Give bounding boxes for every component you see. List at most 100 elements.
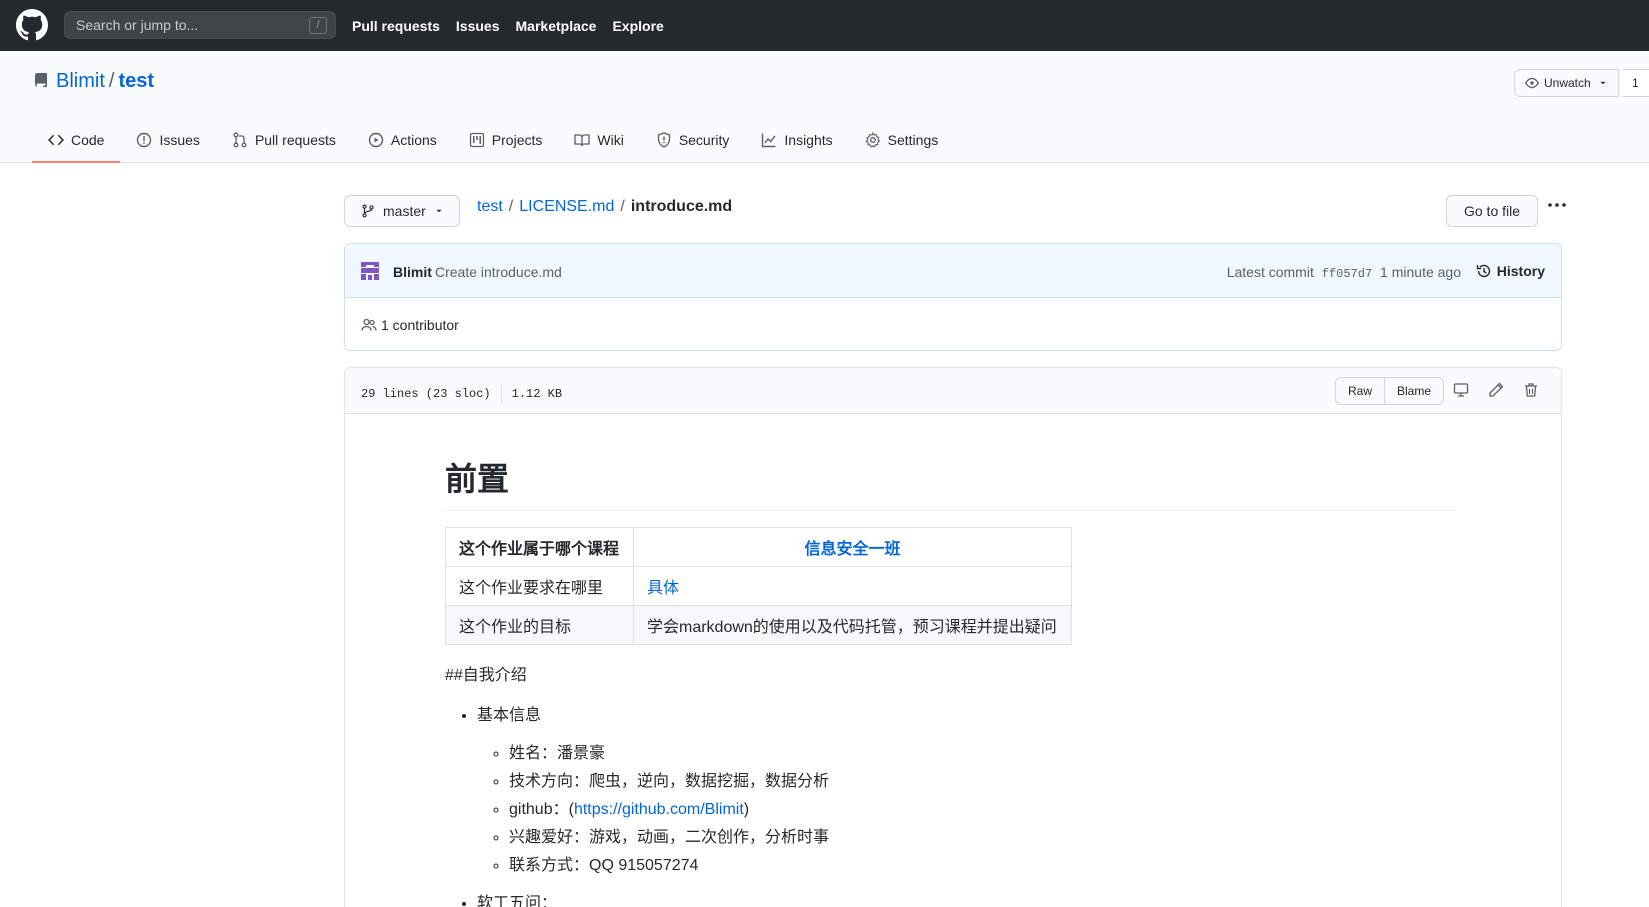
pencil-icon[interactable] (1488, 382, 1504, 398)
repo-title: Blimit / test (56, 70, 154, 93)
repo-owner-link[interactable]: Blimit (56, 70, 105, 92)
search-input[interactable]: Search or jump to... / (64, 11, 336, 39)
list-item: 技术方向：爬虫，逆向，数据挖掘，数据分析 (509, 767, 1457, 791)
nav-explore[interactable]: Explore (612, 18, 663, 34)
table-cell: 这个作业要求在哪里 (445, 566, 634, 606)
course-link[interactable]: 信息安全一班 (804, 541, 900, 558)
github-prefix: github：( (509, 801, 574, 818)
table-row: 这个作业属于哪个课程 信息安全一班 (445, 527, 1072, 567)
requirement-link[interactable]: 具体 (647, 580, 679, 597)
history-icon (1476, 264, 1490, 278)
blame-button[interactable]: Blame (1385, 377, 1445, 405)
tab-pull-requests-label: Pull requests (254, 132, 336, 148)
file-action-buttons: Raw Blame (1335, 377, 1445, 405)
table-header-cell: 这个作业属于哪个课程 (445, 527, 634, 567)
table-cell: 学会markdown的使用以及代码托管，预习课程并提出疑问 (633, 605, 1072, 645)
github-suffix: ) (743, 801, 750, 818)
table-cell: 具体 (633, 566, 1072, 606)
contributors-count: 1 contributor (381, 317, 459, 333)
search-shortcut-key: / (309, 17, 327, 34)
project-icon (469, 132, 484, 148)
history-link[interactable]: History (1476, 263, 1545, 279)
nav-issues[interactable]: Issues (456, 18, 500, 34)
history-label: History (1496, 263, 1545, 279)
tab-code[interactable]: Code (32, 119, 121, 163)
contributors-link[interactable]: 1 contributor (361, 317, 459, 333)
basic-info-sublist: 姓名：潘景豪 技术方向：爬虫，逆向，数据挖掘，数据分析 github：(http… (477, 739, 1457, 875)
list-item: 联系方式：QQ 915057274 (509, 851, 1457, 875)
gear-icon (865, 132, 880, 148)
play-icon (368, 132, 384, 148)
list-item: 软工五问： (477, 889, 1457, 907)
intro-heading-text: ##自我介绍 (445, 667, 527, 684)
tab-wiki-label: Wiki (597, 132, 624, 148)
eye-icon (1525, 77, 1539, 89)
tab-security[interactable]: Security (640, 119, 746, 163)
global-nav: Pull requests Issues Marketplace Explore (352, 0, 680, 51)
tab-insights[interactable]: Insights (745, 119, 848, 163)
avatar[interactable] (359, 260, 381, 282)
nav-marketplace[interactable]: Marketplace (516, 18, 597, 34)
branch-selector-button[interactable]: master (344, 195, 460, 227)
watchers-count[interactable]: 1 (1623, 69, 1649, 97)
tab-security-label: Security (678, 132, 730, 148)
file-viewer: 29 lines (23 sloc) 1.12 KB Raw Blame 前置 … (344, 367, 1562, 907)
homework-table: 这个作业属于哪个课程 信息安全一班 这个作业要求在哪里 具体 这个作业的目标 学… (445, 527, 1072, 645)
markdown-body: 前置 这个作业属于哪个课程 信息安全一班 这个作业要求在哪里 具体 这个作业的目… (445, 414, 1457, 907)
breadcrumb-license-link[interactable]: LICENSE.md (519, 198, 614, 215)
breadcrumb-repo-link[interactable]: test (477, 198, 503, 215)
book-icon (574, 134, 591, 147)
tab-settings[interactable]: Settings (849, 119, 955, 163)
kebab-horizontal-icon[interactable] (1544, 197, 1570, 217)
tab-wiki[interactable]: Wiki (558, 119, 639, 163)
tab-pull-requests[interactable]: Pull requests (216, 119, 352, 163)
file-info: 29 lines (23 sloc) 1.12 KB (361, 384, 562, 404)
info-list: 基本信息 姓名：潘景豪 技术方向：爬虫，逆向，数据挖掘，数据分析 github：… (445, 701, 1457, 907)
nav-pull-requests[interactable]: Pull requests (352, 18, 440, 34)
raw-button[interactable]: Raw (1335, 377, 1386, 405)
table-header-cell: 信息安全一班 (633, 527, 1072, 567)
commit-author[interactable]: Blimit (393, 264, 432, 280)
github-logo-icon[interactable] (16, 9, 48, 41)
tab-actions-label: Actions (390, 132, 437, 148)
commit-message[interactable]: Create introduce.md (435, 264, 562, 280)
chevron-down-icon (436, 209, 442, 213)
repo-tabs: Code Issues Pull requests Actions Projec… (32, 119, 954, 163)
repo-name-link[interactable]: test (118, 70, 154, 92)
commit-time: 1 minute ago (1380, 264, 1461, 280)
basic-info-label: 基本信息 (477, 707, 542, 724)
breadcrumb-separator: / (620, 198, 625, 215)
repo-header: Blimit / test Unwatch 1 Code Issues Pull r… (0, 51, 1649, 163)
latest-commit-box: Blimit Create introduce.md Latest commit… (344, 243, 1562, 351)
issue-icon (137, 132, 152, 148)
graph-icon (762, 133, 776, 148)
go-to-file-button[interactable]: Go to file (1446, 195, 1538, 227)
contributors-bar: 1 contributor (345, 298, 1561, 350)
repo-title-separator: / (108, 70, 115, 92)
trash-icon[interactable] (1523, 382, 1539, 398)
file-size: 1.12 KB (511, 387, 563, 401)
latest-commit-bar: Blimit Create introduce.md Latest commit… (345, 244, 1561, 298)
file-icon-buttons (1453, 382, 1558, 398)
file-header: 29 lines (23 sloc) 1.12 KB Raw Blame (345, 368, 1561, 414)
unwatch-label: Unwatch (1544, 76, 1591, 90)
pull-request-icon (233, 132, 247, 148)
github-profile-link[interactable]: https://github.com/Blimit (574, 801, 744, 818)
tab-actions[interactable]: Actions (352, 119, 453, 163)
tab-issues[interactable]: Issues (120, 119, 215, 163)
table-row: 这个作业的目标 学会markdown的使用以及代码托管，预习课程并提出疑问 (445, 605, 1072, 645)
commit-meta: Latest commit ff057d7 1 minute ago (1227, 264, 1461, 281)
commit-sha-link[interactable]: ff057d7 (1322, 267, 1372, 281)
desktop-icon[interactable] (1453, 382, 1469, 398)
breadcrumb: test / LICENSE.md / introduce.md (477, 198, 732, 216)
tab-projects-label: Projects (491, 132, 543, 148)
tab-projects[interactable]: Projects (453, 119, 559, 163)
table-cell: 这个作业的目标 (445, 605, 634, 645)
unwatch-button[interactable]: Unwatch (1514, 69, 1619, 97)
list-item: 基本信息 姓名：潘景豪 技术方向：爬虫，逆向，数据挖掘，数据分析 github：… (477, 701, 1457, 875)
code-icon (48, 134, 64, 146)
branch-name: master (383, 203, 426, 219)
markdown-heading: 前置 (445, 454, 1457, 511)
table-row: 这个作业要求在哪里 具体 (445, 566, 1072, 606)
git-branch-icon (362, 204, 374, 218)
